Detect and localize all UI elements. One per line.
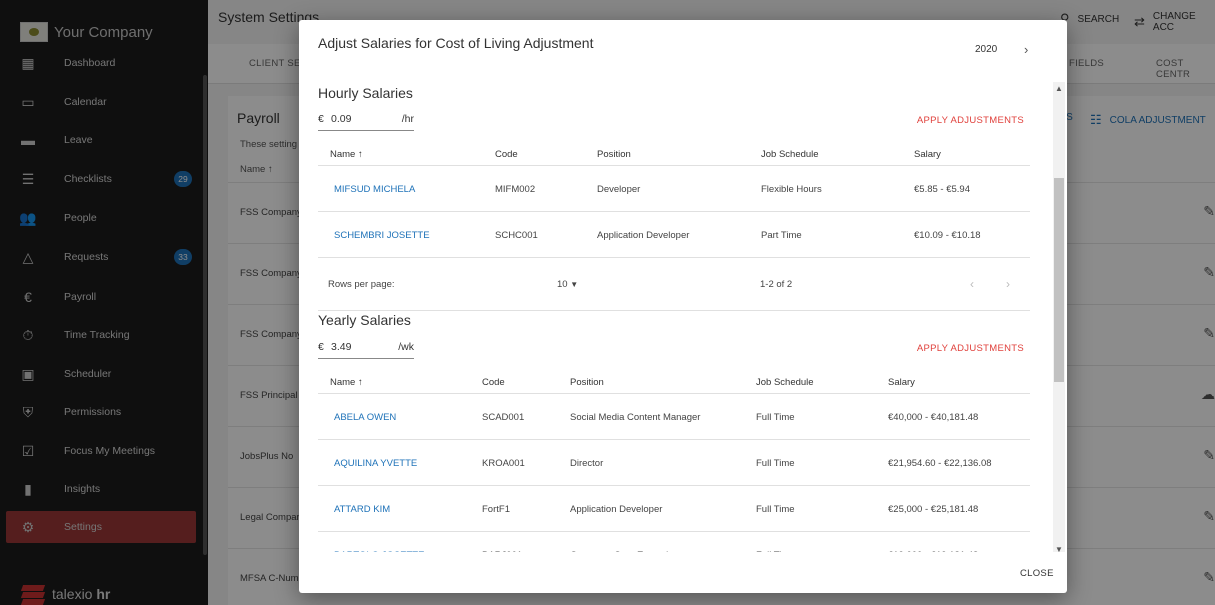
dialog-body: Hourly Salaries € 0.09 /hr APPLY ADJUSTM…: [299, 82, 1067, 552]
table-pagination: Rows per page: 10 ▼ 1-2 of 2 ‹ ›: [318, 258, 1030, 311]
job-schedule-cell: Flexible Hours: [761, 184, 822, 195]
column-header-name[interactable]: Name ↑: [330, 149, 363, 160]
column-header-job-schedule: Job Schedule: [756, 377, 814, 388]
dropdown-arrow-icon: ▼: [570, 280, 579, 289]
year-label: 2020: [975, 44, 998, 55]
apply-hourly-adjustments-button[interactable]: APPLY ADJUSTMENTS: [917, 115, 1024, 126]
code-cell: BARJ001: [482, 550, 522, 552]
salary-cell: €25,000 - €25,181.48: [888, 504, 979, 515]
table-row[interactable]: ATTARD KIM FortF1 Application Developer Ful…: [318, 486, 1030, 532]
code-cell: MIFM002: [495, 184, 536, 195]
yearly-section-title: Yearly Salaries: [318, 312, 411, 328]
table-row[interactable]: SCHEMBRI JOSETTE SCHC001 Application Devel…: [318, 212, 1030, 258]
apply-yearly-adjustments-button[interactable]: APPLY ADJUSTMENTS: [917, 343, 1024, 354]
salary-cell: €19,000 - €19,181.48: [888, 550, 978, 552]
position-cell: Developer: [597, 184, 641, 195]
employee-name-link[interactable]: AQUILINA YVETTE: [334, 458, 417, 469]
column-header-position: Position: [597, 149, 631, 160]
job-schedule-cell: Full Time: [756, 458, 795, 469]
position-cell: Application Developer: [597, 230, 690, 241]
yearly-amount-field[interactable]: € 3.49 /wk: [318, 337, 414, 359]
scrollbar-thumb[interactable]: [1054, 178, 1064, 382]
sort-arrow-up-icon[interactable]: ↑: [355, 377, 363, 388]
column-header-salary: Salary: [914, 149, 941, 160]
unit-suffix: /hr: [401, 113, 414, 125]
salary-cell: €10.09 - €10.18: [914, 230, 981, 241]
table-header: Name ↑ Code Position Job Schedule Salary: [318, 368, 1030, 394]
dialog-scrollbar[interactable]: ▲ ▼: [1053, 82, 1065, 554]
position-cell: Social Media Content Manager: [570, 412, 701, 423]
table-header: Name ↑ Code Position Job Schedule Salary: [318, 140, 1030, 166]
pagination-range: 1-2 of 2: [760, 279, 793, 290]
table-row[interactable]: MIFSUD MICHELA MIFM002 Developer Flexible H…: [318, 166, 1030, 212]
column-header-job-schedule: Job Schedule: [761, 149, 819, 160]
rows-per-page-select[interactable]: 10 ▼: [557, 279, 578, 290]
scroll-up-arrow-icon[interactable]: ▲: [1053, 84, 1065, 93]
job-schedule-cell: Part Time: [761, 230, 802, 241]
unit-suffix: /wk: [398, 341, 414, 353]
rows-per-page-label: Rows per page:: [328, 279, 395, 290]
salary-cell: €5.85 - €5.94: [914, 184, 970, 195]
dialog-title: Adjust Salaries for Cost of Living Adjus…: [318, 35, 594, 51]
column-header-salary: Salary: [888, 377, 915, 388]
employee-name-link[interactable]: ATTARD KIM: [334, 504, 390, 515]
employee-name-link[interactable]: ABELA OWEN: [334, 412, 396, 423]
salary-cell: €21,954.60 - €22,136.08: [888, 458, 992, 469]
cola-dialog: Adjust Salaries for Cost of Living Adjus…: [299, 20, 1067, 593]
job-schedule-cell: Full Time: [756, 504, 795, 515]
column-header-position: Position: [570, 377, 604, 388]
employee-name-link[interactable]: BARTOLO JOSETTE: [334, 550, 424, 552]
table-row[interactable]: BARTOLO JOSETTE BARJ001 Customer Care Exec…: [318, 532, 1030, 552]
column-header-code: Code: [495, 149, 518, 160]
column-header-code: Code: [482, 377, 505, 388]
job-schedule-cell: Full Time: [756, 550, 795, 552]
table-row[interactable]: ABELA OWEN SCAD001 Social Media Content Ma…: [318, 394, 1030, 440]
table-row[interactable]: AQUILINA YVETTE KROA001 Director Full Time €…: [318, 440, 1030, 486]
currency-prefix: €: [318, 113, 324, 125]
position-cell: Application Developer: [570, 504, 663, 515]
salary-cell: €40,000 - €40,181.48: [888, 412, 979, 423]
previous-page-icon[interactable]: ‹: [970, 277, 974, 291]
next-page-icon[interactable]: ›: [1006, 277, 1010, 291]
code-cell: SCHC001: [495, 230, 538, 241]
employee-name-link[interactable]: MIFSUD MICHELA: [334, 184, 415, 195]
hourly-section-title: Hourly Salaries: [318, 85, 413, 101]
chevron-right-icon[interactable]: ›: [1024, 42, 1028, 57]
position-cell: Customer Care Executive: [570, 550, 678, 552]
hourly-amount-value[interactable]: 0.09: [331, 113, 351, 125]
position-cell: Director: [570, 458, 604, 469]
code-cell: SCAD001: [482, 412, 525, 423]
hourly-amount-field[interactable]: € 0.09 /hr: [318, 109, 414, 131]
currency-prefix: €: [318, 341, 324, 353]
sort-arrow-up-icon[interactable]: ↑: [355, 149, 363, 160]
job-schedule-cell: Full Time: [756, 412, 795, 423]
yearly-amount-value[interactable]: 3.49: [331, 341, 351, 353]
employee-name-link[interactable]: SCHEMBRI JOSETTE: [334, 230, 430, 241]
scroll-down-arrow-icon[interactable]: ▼: [1053, 545, 1065, 554]
column-header-name[interactable]: Name ↑: [330, 377, 363, 388]
code-cell: FortF1: [482, 504, 510, 515]
code-cell: KROA001: [482, 458, 525, 469]
close-button[interactable]: CLOSE: [1020, 568, 1054, 579]
